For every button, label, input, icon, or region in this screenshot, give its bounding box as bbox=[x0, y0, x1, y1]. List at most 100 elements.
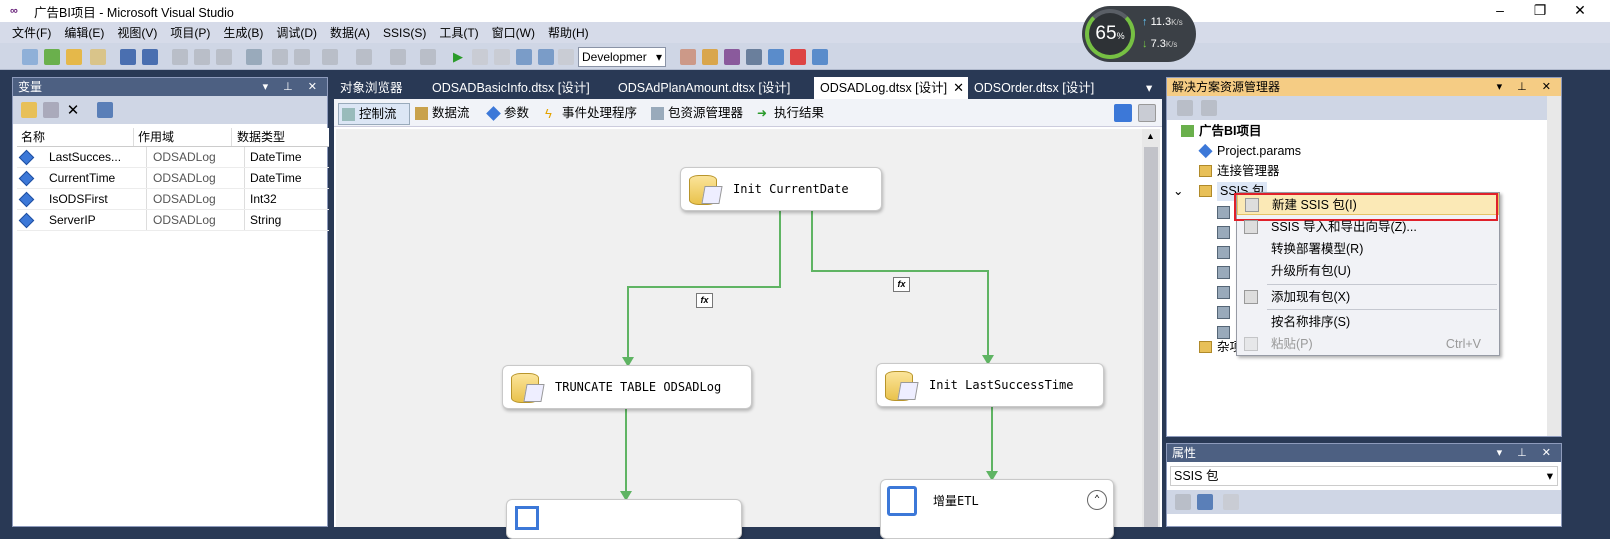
zoom-icon[interactable] bbox=[1138, 104, 1156, 122]
stop-icon[interactable] bbox=[494, 49, 510, 65]
column-header-scope[interactable]: 作用域 bbox=[134, 128, 232, 146]
package-file-icon[interactable] bbox=[1217, 226, 1230, 239]
breakpoint-icon[interactable] bbox=[516, 49, 532, 65]
navigate-forward-icon[interactable] bbox=[420, 49, 436, 65]
tab-odsadplanamount[interactable]: ODSAdPlanAmount.dtsx [设计] bbox=[612, 77, 812, 99]
collapse-chevron-icon[interactable]: ⌃ bbox=[1087, 490, 1107, 510]
package-file-icon[interactable] bbox=[1217, 246, 1230, 259]
column-header-name[interactable]: 名称 bbox=[17, 128, 134, 146]
menu-item-upgrade-packages[interactable]: 升级所有包(U) bbox=[1237, 260, 1499, 282]
grid-options-icon[interactable] bbox=[97, 102, 113, 118]
package-file-icon[interactable] bbox=[1217, 206, 1230, 219]
pause-icon[interactable] bbox=[472, 49, 488, 65]
tab-odsorder[interactable]: ODSOrder.dtsx [设计] bbox=[968, 77, 1138, 99]
tab-odsadlog[interactable]: ODSADLog.dtsx [设计] ✕ bbox=[814, 77, 968, 99]
menu-project[interactable]: 项目(P) bbox=[170, 24, 210, 41]
tab-overflow-icon[interactable]: ▾ bbox=[1144, 77, 1162, 99]
menu-help[interactable]: 帮助(H) bbox=[548, 24, 589, 41]
show-all-files-icon[interactable] bbox=[1177, 100, 1193, 116]
menu-data[interactable]: 数据(A) bbox=[330, 24, 370, 41]
connector-line[interactable] bbox=[627, 211, 781, 361]
task-init-currentdate[interactable]: Init CurrentDate bbox=[680, 167, 882, 211]
tab-data-flow[interactable]: 数据流 bbox=[412, 103, 478, 125]
step-icon[interactable] bbox=[538, 49, 554, 65]
tree-item-params[interactable]: Project.params bbox=[1198, 142, 1301, 161]
menu-tools[interactable]: 工具(T) bbox=[439, 24, 478, 41]
task-init-lastsuccesstime[interactable]: Init LastSuccessTime bbox=[876, 363, 1104, 407]
step-over-icon[interactable] bbox=[558, 49, 574, 65]
tab-odsadbasicinfo[interactable]: ODSADBasicInfo.dtsx [设计] bbox=[426, 77, 614, 99]
minimize-button[interactable]: – bbox=[1480, 0, 1520, 22]
move-variable-icon[interactable] bbox=[43, 102, 59, 118]
pane-pin-close-icons[interactable]: ▾ ⊥ ✕ bbox=[263, 78, 323, 96]
task-truncate-table[interactable]: TRUNCATE TABLE ODSADLog bbox=[502, 365, 752, 409]
tab-event-handlers[interactable]: ϟ 事件处理程序 bbox=[542, 103, 642, 125]
pane-pin-close-icons[interactable]: ▾ ⊥ ✕ bbox=[1497, 78, 1557, 96]
tab-progress[interactable]: ➜ 执行结果 bbox=[754, 103, 834, 125]
maximize-button[interactable]: ❐ bbox=[1520, 0, 1560, 22]
menu-item-sort-by-name[interactable]: 按名称排序(S) bbox=[1237, 311, 1499, 333]
menu-ssis[interactable]: SSIS(S) bbox=[383, 26, 426, 40]
pane-pin-close-icons[interactable]: ▾ ⊥ ✕ bbox=[1497, 444, 1557, 462]
add-variable-icon[interactable] bbox=[21, 102, 37, 118]
object-browser-icon[interactable] bbox=[724, 49, 740, 65]
tab-package-explorer[interactable]: 包资源管理器 bbox=[648, 103, 752, 125]
scroll-up-icon[interactable]: ▲ bbox=[1146, 131, 1155, 141]
property-pages-icon[interactable] bbox=[1223, 494, 1239, 510]
save-all-icon[interactable] bbox=[142, 49, 158, 65]
parameters-icon[interactable] bbox=[812, 49, 828, 65]
open-project-icon[interactable] bbox=[90, 49, 106, 65]
properties-window-icon[interactable] bbox=[702, 49, 718, 65]
package-file-icon[interactable] bbox=[1217, 306, 1230, 319]
tree-item-connection-managers[interactable]: 连接管理器 bbox=[1199, 162, 1280, 181]
save-icon[interactable] bbox=[120, 49, 136, 65]
copy-icon[interactable] bbox=[194, 49, 210, 65]
control-flow-canvas[interactable]: fx fx Init CurrentDate TRUNCATE TABLE OD… bbox=[336, 129, 1142, 539]
table-row[interactable]: LastSucces... ODSADLog DateTime bbox=[17, 147, 329, 168]
find-in-files-icon[interactable] bbox=[680, 49, 696, 65]
tab-parameters[interactable]: 参数 bbox=[484, 103, 536, 125]
categorized-icon[interactable] bbox=[1175, 494, 1191, 510]
cut-icon[interactable] bbox=[172, 49, 188, 65]
solution-config-select[interactable]: Developmer ▾ bbox=[578, 47, 666, 67]
menu-item-convert-deployment[interactable]: 转换部署模型(R) bbox=[1237, 238, 1499, 260]
parameter-icon[interactable] bbox=[1114, 104, 1132, 122]
new-project-icon[interactable] bbox=[22, 49, 38, 65]
menu-window[interactable]: 窗口(W) bbox=[492, 24, 535, 41]
scrollbar-thumb[interactable] bbox=[1144, 147, 1158, 527]
table-row[interactable]: ServerIP ODSADLog String bbox=[17, 210, 329, 231]
undo-icon[interactable] bbox=[322, 49, 338, 65]
menu-file[interactable]: 文件(F) bbox=[12, 24, 51, 41]
redo-icon[interactable] bbox=[356, 49, 372, 65]
ssis-variables-icon[interactable] bbox=[768, 49, 784, 65]
start-debug-icon[interactable]: ▶ bbox=[450, 49, 466, 65]
menu-item-add-existing[interactable]: 添加现有包(X) bbox=[1237, 286, 1499, 308]
expression-fx-icon[interactable]: fx bbox=[696, 293, 713, 308]
solution-scrollbar[interactable] bbox=[1547, 96, 1561, 436]
find-icon[interactable] bbox=[246, 49, 262, 65]
close-tab-icon[interactable]: ✕ bbox=[953, 77, 964, 99]
comment-icon[interactable] bbox=[272, 49, 288, 65]
tree-item-project[interactable]: 广告BI项目 bbox=[1181, 122, 1262, 141]
column-header-type[interactable]: 数据类型 bbox=[232, 128, 316, 146]
open-file-icon[interactable] bbox=[66, 49, 82, 65]
table-row[interactable]: CurrentTime ODSADLog DateTime bbox=[17, 168, 329, 189]
add-item-icon[interactable] bbox=[44, 49, 60, 65]
task-partial[interactable] bbox=[506, 499, 742, 539]
package-file-icon[interactable] bbox=[1217, 266, 1230, 279]
paste-icon[interactable] bbox=[216, 49, 232, 65]
package-file-icon[interactable] bbox=[1217, 286, 1230, 299]
toolbox-icon[interactable] bbox=[746, 49, 762, 65]
alphabetical-icon[interactable] bbox=[1197, 494, 1213, 510]
close-button[interactable]: ✕ bbox=[1560, 0, 1600, 22]
properties-icon[interactable] bbox=[1201, 100, 1217, 116]
ssis-toolbox-icon[interactable] bbox=[790, 49, 806, 65]
expression-fx-icon[interactable]: fx bbox=[893, 277, 910, 292]
menu-build[interactable]: 生成(B) bbox=[223, 24, 263, 41]
menu-edit[interactable]: 编辑(E) bbox=[64, 24, 104, 41]
menu-debug[interactable]: 调试(D) bbox=[276, 24, 317, 41]
uncomment-icon[interactable] bbox=[294, 49, 310, 65]
table-row[interactable]: IsODSFirst ODSADLog Int32 bbox=[17, 189, 329, 210]
menu-view[interactable]: 视图(V) bbox=[117, 24, 157, 41]
properties-object-select[interactable]: SSIS 包 ▾ bbox=[1170, 466, 1558, 486]
